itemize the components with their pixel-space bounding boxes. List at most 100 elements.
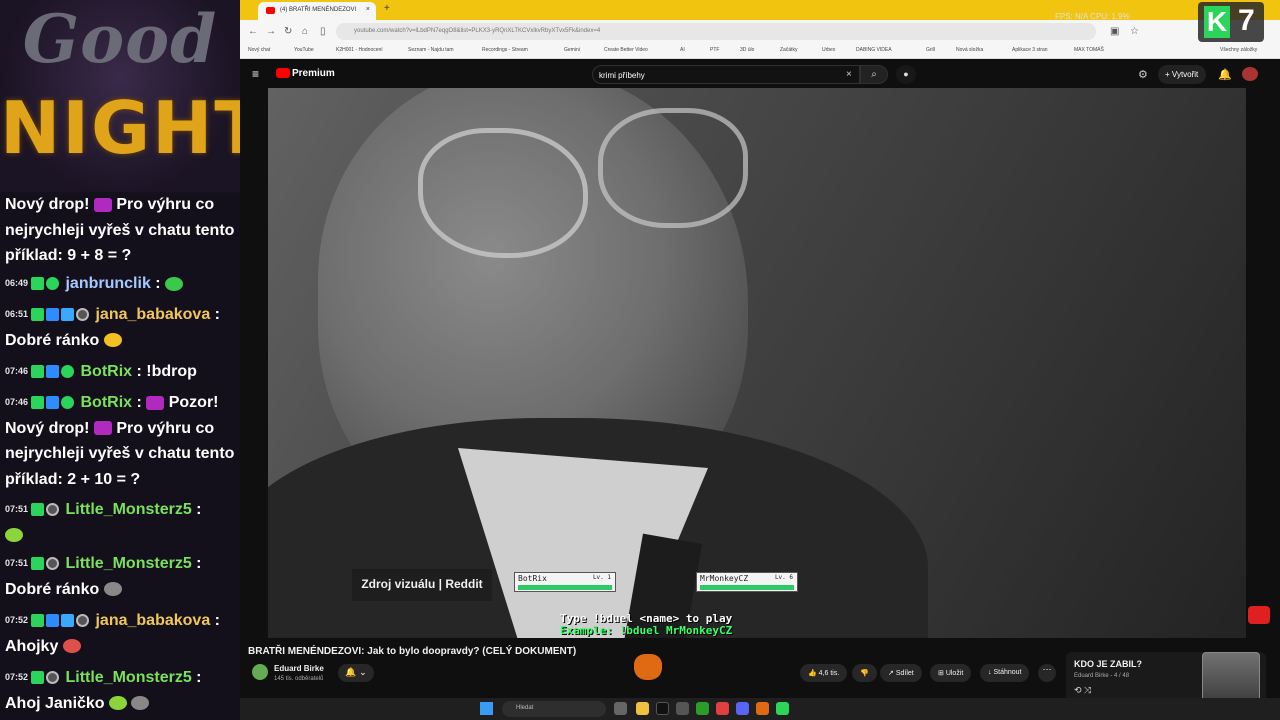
stream-chat: Nový drop! Pro výhru co nejrychleji vyře…: [0, 192, 240, 720]
bookmark-item[interactable]: MAX TOMÁŠ: [1074, 47, 1104, 53]
chat-text: Dobré ránko: [5, 331, 100, 349]
share-label: Sdílet: [895, 670, 914, 677]
bookmark-item[interactable]: Gemini: [564, 47, 580, 53]
more-actions-button[interactable]: ⋯: [1038, 664, 1056, 682]
tiktok-icon[interactable]: [656, 702, 669, 715]
youtube-logo-icon[interactable]: [276, 68, 290, 78]
youtube-mini-icon[interactable]: [1248, 606, 1270, 624]
chat-username[interactable]: jana_babakova: [95, 612, 210, 629]
banner-night-text: NIGHT: [0, 86, 240, 170]
chat-username[interactable]: BotRix: [80, 394, 132, 411]
play-icon[interactable]: [776, 702, 789, 715]
tab-close-icon[interactable]: ×: [366, 6, 370, 13]
bookmark-item[interactable]: Začátky: [780, 47, 798, 53]
channel-avatar[interactable]: [252, 664, 268, 680]
channel-logo: K 7: [1198, 2, 1264, 42]
home-icon[interactable]: ⌂: [302, 26, 308, 37]
subscriber-badge-icon: [46, 396, 60, 410]
player-hp-bar: [700, 585, 794, 590]
windows-start-icon[interactable]: [480, 702, 493, 715]
kick-badge-icon: [31, 365, 45, 379]
playlist-title: KDO JE ZABIL?: [1074, 659, 1143, 669]
like-button[interactable]: 👍 4,6 tis.: [800, 664, 848, 682]
search-input[interactable]: krimi příbehy: [592, 65, 860, 84]
chat-username[interactable]: Little_Monsterz5: [65, 555, 191, 572]
bookmark-item[interactable]: 3D úlo: [740, 47, 754, 53]
chat-username[interactable]: Little_Monsterz5: [65, 669, 191, 686]
bookmark-item[interactable]: YouTube: [294, 47, 314, 53]
chat-timestamp: 07:51: [5, 558, 29, 569]
new-tab-button[interactable]: +: [384, 3, 390, 14]
taskbar-search-input[interactable]: Hledat: [502, 701, 606, 717]
bookmark-item[interactable]: Seznam - Najdu tam: [408, 47, 454, 53]
chrome-icon[interactable]: [716, 702, 729, 715]
bookmark-item[interactable]: K2H001 - Hodnocení: [336, 47, 383, 53]
channel-name[interactable]: Eduard Birke: [274, 664, 324, 673]
like-count: 4,6 tis.: [818, 670, 840, 677]
tab-youtube[interactable]: (4) BRATŘI MENÉNDEZOVI ×: [258, 2, 376, 20]
forward-arrow-icon[interactable]: →: [266, 26, 276, 37]
bookmark-star-icon[interactable]: ☆: [1130, 26, 1139, 37]
hamburger-menu-icon[interactable]: ≡: [252, 68, 264, 80]
search-button[interactable]: ⌕: [860, 65, 888, 84]
back-arrow-icon[interactable]: ←: [248, 26, 258, 37]
address-bar[interactable]: youtube.com/watch?v=lLbdPN7eqgO8&list=PL…: [336, 23, 1096, 40]
smile-emote-icon: [165, 276, 184, 291]
bookmark-item[interactable]: Aplikace 3 stran: [1012, 47, 1048, 53]
verified-badge-icon: [61, 396, 75, 410]
task-view-icon[interactable]: [614, 702, 627, 715]
extensions-icon[interactable]: ▣: [1110, 26, 1119, 37]
sidebar-icon[interactable]: ▯: [320, 26, 326, 37]
verified-badge-icon: [46, 277, 60, 291]
kick-badge-icon: [31, 557, 45, 571]
create-button[interactable]: + Vytvořit: [1158, 65, 1206, 84]
settings-icon[interactable]: [676, 702, 689, 715]
bookmark-item[interactable]: Nová složka: [956, 47, 983, 53]
notifications-bell-icon[interactable]: 🔔: [1218, 68, 1232, 81]
chat-timestamp: 07:52: [5, 615, 29, 626]
discord-icon[interactable]: [736, 702, 749, 715]
heart-emote-icon: [5, 528, 23, 543]
playlist-controls[interactable]: ⟲ ⤨: [1074, 685, 1091, 696]
cast-icon[interactable]: ⚙: [1138, 68, 1148, 81]
microphone-icon[interactable]: ●: [896, 65, 916, 84]
bookmark-item[interactable]: Create Better Video: [604, 47, 648, 53]
chat-username[interactable]: Little_Monsterz5: [65, 501, 191, 518]
download-button[interactable]: ↓ Stáhnout: [980, 664, 1030, 682]
bookmark-item[interactable]: Urbex: [822, 47, 835, 53]
xbox-icon[interactable]: [696, 702, 709, 715]
bookmark-item[interactable]: AI: [680, 47, 685, 53]
bookmark-item[interactable]: Nový chat: [248, 47, 270, 53]
chat-username[interactable]: janbrunclik: [65, 275, 150, 292]
bookmark-item[interactable]: Grill: [926, 47, 935, 53]
account-avatar[interactable]: [1242, 67, 1258, 81]
chat-message: 06:49 janbrunclik :: [5, 271, 237, 297]
kick-logo-icon: K: [1204, 6, 1230, 38]
app-icon[interactable]: [756, 702, 769, 715]
chat-username[interactable]: jana_babakova: [95, 306, 210, 323]
chat-message: 07:52 Little_Monsterz5 : Ahoj Janičko: [5, 665, 237, 716]
chat-message: 07:51 Little_Monsterz5 :: [5, 497, 237, 548]
party-emote-icon: [93, 197, 112, 212]
share-button[interactable]: ↗ Sdílet: [880, 664, 922, 682]
bookmark-item[interactable]: Všechny záložky: [1220, 47, 1257, 53]
search-clear-icon[interactable]: ×: [846, 69, 852, 80]
file-explorer-icon[interactable]: [636, 702, 649, 715]
save-button[interactable]: ⊞ Uložit: [930, 664, 972, 682]
browser-toolbar: ← → ↻ ⌂ ▯ youtube.com/watch?v=lLbdPN7eqg…: [240, 20, 1280, 44]
subscription-bell-button[interactable]: 🔔 ⌄: [338, 664, 374, 682]
chat-message: 07:46 BotRix : Pozor! Nový drop! Pro výh…: [5, 390, 237, 492]
cube-badge-icon: [61, 308, 75, 322]
video-player[interactable]: [268, 88, 1246, 638]
chat-message: Nový drop! Pro výhru co nejrychleji vyře…: [5, 192, 237, 269]
bookmark-item[interactable]: DABING VIDEA: [856, 47, 892, 53]
bookmark-item[interactable]: Recordings - Stream: [482, 47, 528, 53]
chat-username[interactable]: BotRix: [80, 363, 132, 380]
youtube-premium-label[interactable]: Premium: [292, 68, 335, 79]
video-subject-glasses: [418, 128, 588, 258]
bookmark-item[interactable]: PTF: [710, 47, 719, 53]
dislike-button[interactable]: 👎: [852, 664, 877, 682]
chat-message: 07:46 BotRix : !bdrop: [5, 359, 237, 385]
reload-icon[interactable]: ↻: [284, 26, 292, 37]
good-night-banner: Good NIGHT: [0, 0, 240, 195]
